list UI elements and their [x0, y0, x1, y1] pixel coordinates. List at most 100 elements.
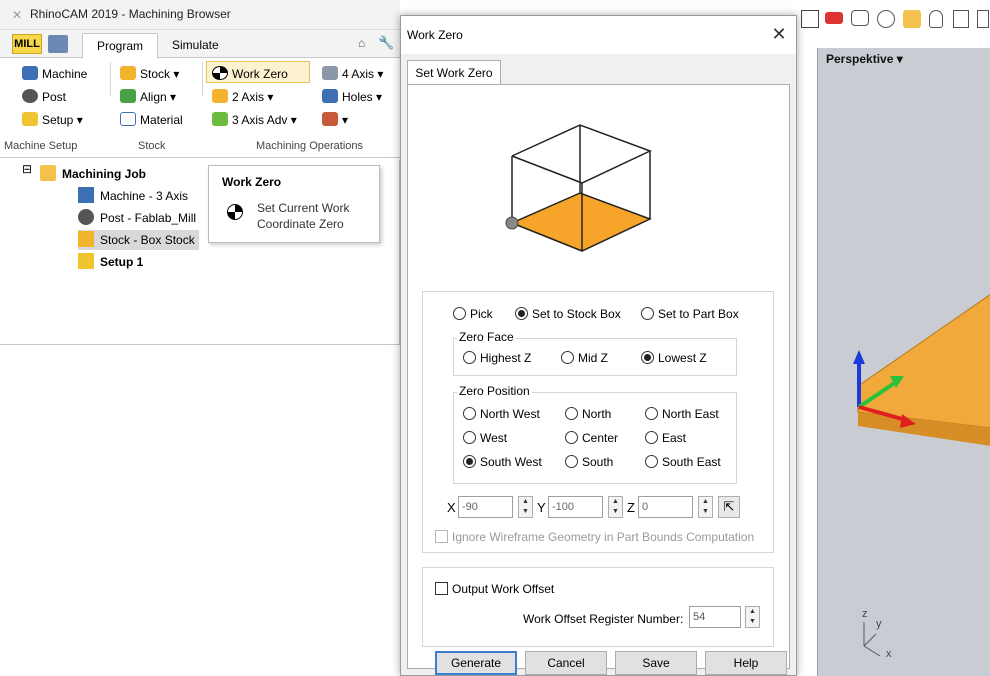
cancel-button[interactable]: Cancel — [525, 651, 607, 675]
radio-south-west[interactable]: South West — [463, 454, 542, 470]
ribbon-collapse-icon[interactable]: ⌂ — [358, 36, 365, 50]
radio-east[interactable]: East — [645, 430, 686, 446]
z-spinner[interactable]: ▲ ▼ — [698, 496, 713, 518]
x-coordinate-input[interactable]: -90 — [458, 496, 513, 518]
tools-icon — [322, 112, 338, 126]
work-zero-settings-group: Pick Set to Stock Box Set to Part Box Ze… — [422, 291, 774, 553]
z-label: Z — [627, 500, 635, 515]
work-zero-icon — [212, 66, 228, 80]
radio-center[interactable]: Center — [565, 430, 618, 446]
browser-titlebar: ✕ RhinoCAM 2019 - Machining Browser — [0, 0, 400, 30]
browser-close-icon[interactable]: ✕ — [12, 8, 22, 22]
radio-set-to-part-box[interactable]: Set to Part Box — [641, 306, 739, 322]
radio-lowest-z[interactable]: Lowest Z — [641, 350, 707, 366]
help-button[interactable]: Help — [705, 651, 787, 675]
radio-indicator-selected — [515, 307, 528, 320]
tree-root-machining-job[interactable]: Machining Job — [40, 164, 146, 184]
work-zero-dialog: Work Zero ✕ Set Work Zero Pick Set to St… — [400, 15, 797, 676]
z-coordinate-input[interactable]: 0 — [638, 496, 693, 518]
grid-icon[interactable] — [801, 10, 819, 28]
offset-register-spinner[interactable]: ▲ ▼ — [745, 606, 760, 628]
radio-indicator — [645, 431, 658, 444]
checkbox-indicator — [435, 582, 448, 595]
radio-north[interactable]: North — [565, 406, 611, 422]
radio-mid-z[interactable]: Mid Z — [561, 350, 608, 366]
four-axis-button[interactable]: 4 Axis ▾ — [322, 64, 383, 84]
radio-indicator-selected — [641, 351, 654, 364]
car-icon[interactable] — [825, 12, 843, 24]
radio-indicator — [645, 455, 658, 468]
machine-button[interactable]: Machine — [22, 64, 87, 84]
tooltip-title: Work Zero — [222, 175, 282, 189]
x-spinner[interactable]: ▲ ▼ — [518, 496, 533, 518]
generate-button[interactable]: Generate — [435, 651, 517, 675]
display-icon[interactable] — [877, 10, 895, 28]
post-button[interactable]: Post — [22, 87, 66, 107]
group-label-stock: Stock — [138, 140, 166, 152]
radio-highest-z[interactable]: Highest Z — [463, 350, 531, 366]
world-axis-y-label: y — [876, 618, 882, 630]
tab-program[interactable]: Program — [82, 33, 158, 59]
y-coordinate-input[interactable]: -100 — [548, 496, 603, 518]
ignore-wireframe-checkbox[interactable]: Ignore Wireframe Geometry in Part Bounds… — [435, 530, 754, 544]
tools-button[interactable]: ▾ — [322, 110, 348, 130]
radio-north-east[interactable]: North East — [645, 406, 719, 422]
cube-top-face — [511, 124, 652, 184]
zero-position-caption: Zero Position — [457, 384, 532, 398]
holes-button[interactable]: Holes ▾ — [322, 87, 382, 107]
radio-south[interactable]: South — [565, 454, 613, 470]
setup-button[interactable]: Setup ▾ — [22, 110, 83, 130]
folder-icon — [40, 165, 56, 181]
axis-z-arrowhead — [853, 350, 865, 364]
ribbon-separator — [110, 62, 111, 96]
stock-box-top — [857, 294, 990, 429]
material-button[interactable]: Material — [120, 110, 183, 130]
radio-north-west[interactable]: North West — [463, 406, 540, 422]
tree-item-machine[interactable]: Machine - 3 Axis — [78, 186, 188, 206]
offset-register-input[interactable]: 54 — [689, 606, 741, 628]
tree-item-stock[interactable]: Stock - Box Stock — [78, 230, 199, 250]
setup-icon — [78, 253, 94, 269]
align-button[interactable]: Align ▾ — [120, 87, 176, 107]
snap-icon[interactable] — [903, 10, 921, 28]
pick-point-cursor-icon[interactable]: ⇱ — [718, 496, 740, 518]
tab-simulate[interactable]: Simulate — [172, 33, 219, 57]
group-label-machining-operations: Machining Operations — [256, 140, 364, 152]
radio-west[interactable]: West — [463, 430, 507, 446]
holes-icon — [322, 89, 338, 103]
tree-item-setup[interactable]: Setup 1 — [78, 252, 143, 272]
options-icon[interactable] — [953, 10, 969, 28]
cube-bottom-face — [510, 192, 652, 252]
radio-indicator — [463, 351, 476, 364]
machining-browser-panel: ✕ RhinoCAM 2019 - Machining Browser MILL… — [0, 0, 400, 676]
offset-register-label: Work Offset Register Number: — [523, 612, 684, 626]
light-icon[interactable] — [929, 10, 943, 28]
dialog-close-icon[interactable]: ✕ — [769, 24, 789, 44]
output-work-offset-checkbox[interactable]: Output Work Offset — [435, 582, 554, 596]
mill-badge[interactable]: MILL — [12, 34, 42, 54]
material-icon — [120, 112, 136, 126]
render-icon[interactable] — [851, 10, 869, 26]
radio-indicator — [565, 407, 578, 420]
tree-expander-icon[interactable]: ⊟ — [22, 162, 32, 176]
y-spinner[interactable]: ▲ ▼ — [608, 496, 623, 518]
radio-set-to-stock-box[interactable]: Set to Stock Box — [515, 306, 621, 322]
tree-item-post[interactable]: Post - Fablab_Mill — [78, 208, 196, 228]
stock-button[interactable]: Stock ▾ — [120, 64, 179, 84]
work-zero-tooltip: Work Zero Set Current Work Coordinate Ze… — [208, 165, 380, 243]
radio-south-east[interactable]: South East — [645, 454, 721, 470]
work-zero-button[interactable]: Work Zero — [212, 64, 288, 84]
radio-indicator — [561, 351, 574, 364]
tab-set-work-zero[interactable]: Set Work Zero — [407, 60, 501, 85]
lock-icon[interactable] — [977, 10, 989, 28]
zero-position-illustration — [505, 124, 652, 252]
viewport-scene — [853, 294, 990, 657]
three-axis-adv-button[interactable]: 3 Axis Adv ▾ — [212, 110, 297, 130]
radio-pick[interactable]: Pick — [453, 306, 493, 322]
two-axis-button[interactable]: 2 Axis ▾ — [212, 87, 273, 107]
ribbon-separator — [202, 62, 203, 96]
save-button[interactable]: Save — [615, 651, 697, 675]
module-switch-icon[interactable] — [48, 35, 68, 53]
perspective-viewport[interactable]: Perspektive ▾ z y x — [817, 48, 990, 676]
wrench-icon[interactable]: 🔧 — [378, 35, 394, 51]
